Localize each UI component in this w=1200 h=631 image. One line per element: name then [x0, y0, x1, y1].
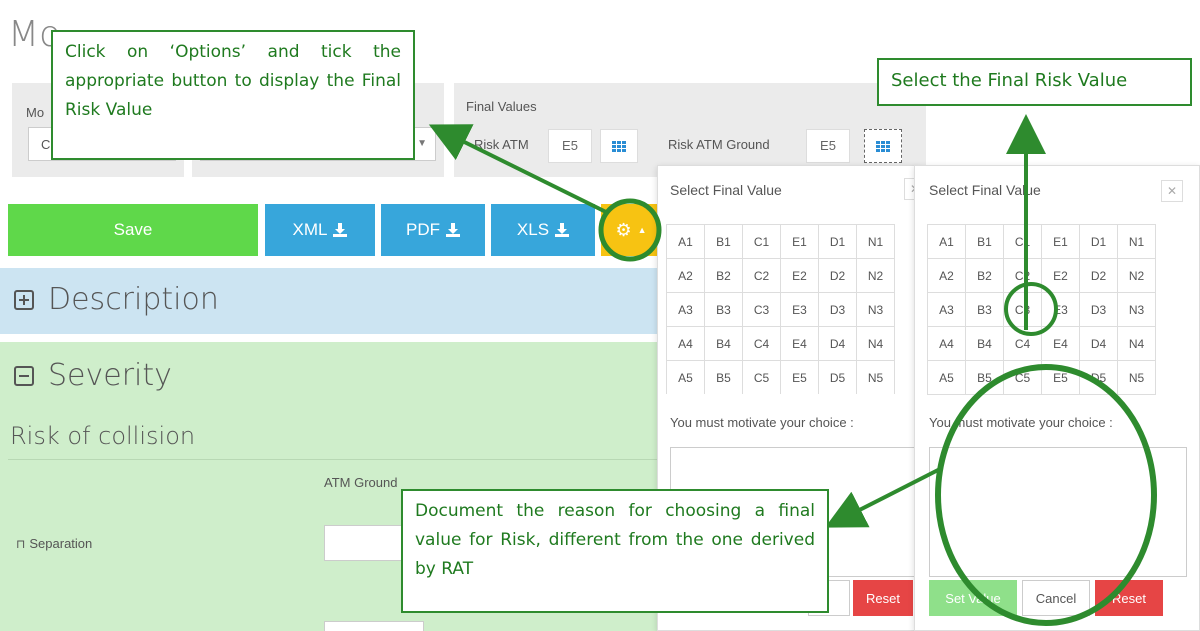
textarea-highlight-circle: [935, 364, 1157, 626]
c3-highlight-circle: [1004, 282, 1058, 336]
document-callout: Document the reason for choosing a final…: [401, 489, 829, 613]
document-arrow: [824, 467, 941, 528]
options-arrow: [428, 124, 607, 214]
select-callout: Select the Final Risk Value: [877, 58, 1192, 106]
options-callout: Click on ‘Options’ and tick the appropri…: [51, 30, 415, 160]
options-highlight-circle: [598, 198, 662, 262]
